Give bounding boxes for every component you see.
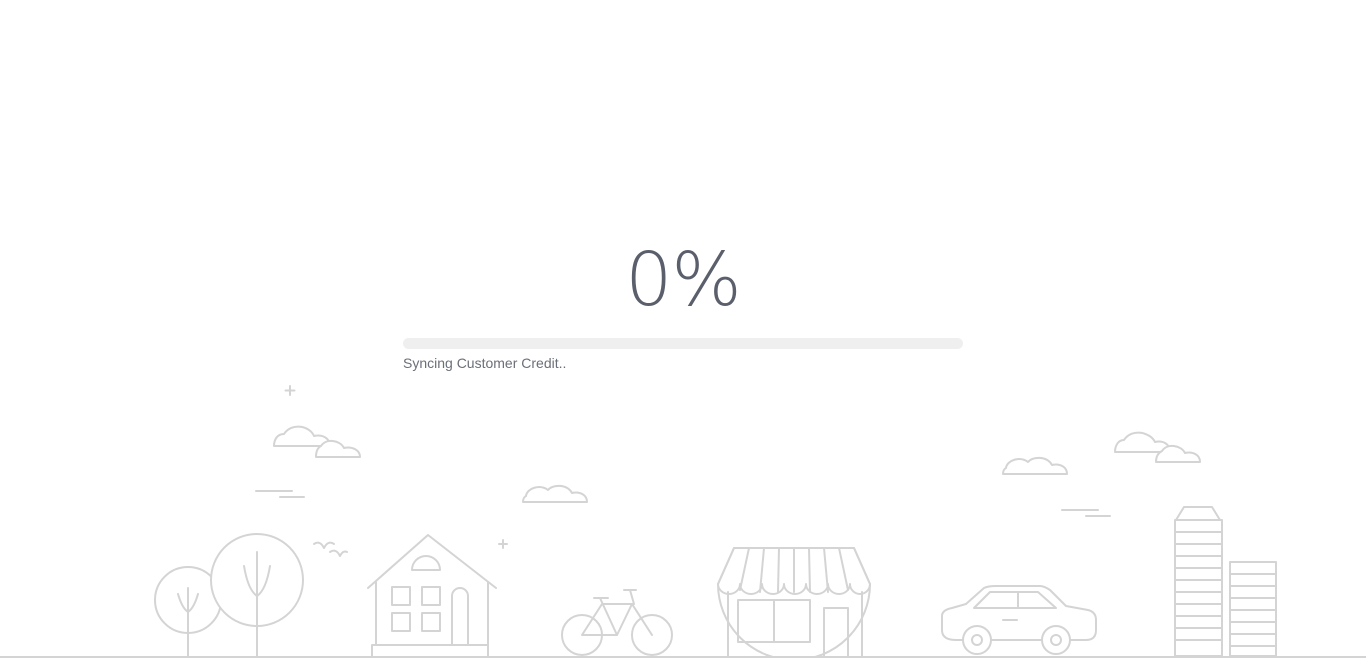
birds-icon bbox=[314, 543, 347, 556]
city-illustration bbox=[0, 0, 1366, 658]
tree-icon bbox=[155, 534, 303, 656]
building-icon bbox=[1175, 507, 1276, 656]
bicycle-icon bbox=[562, 590, 672, 655]
cloud-icon bbox=[1115, 433, 1200, 462]
cloud-icon bbox=[523, 486, 587, 502]
sparkle-icon bbox=[499, 540, 507, 548]
wind-lines bbox=[256, 491, 1110, 516]
cloud-icon bbox=[1003, 458, 1067, 474]
house-icon bbox=[368, 535, 496, 656]
shop-icon bbox=[718, 548, 870, 658]
sparkle-icon bbox=[286, 386, 295, 395]
cloud-icon bbox=[274, 427, 360, 457]
car-icon bbox=[942, 586, 1096, 654]
